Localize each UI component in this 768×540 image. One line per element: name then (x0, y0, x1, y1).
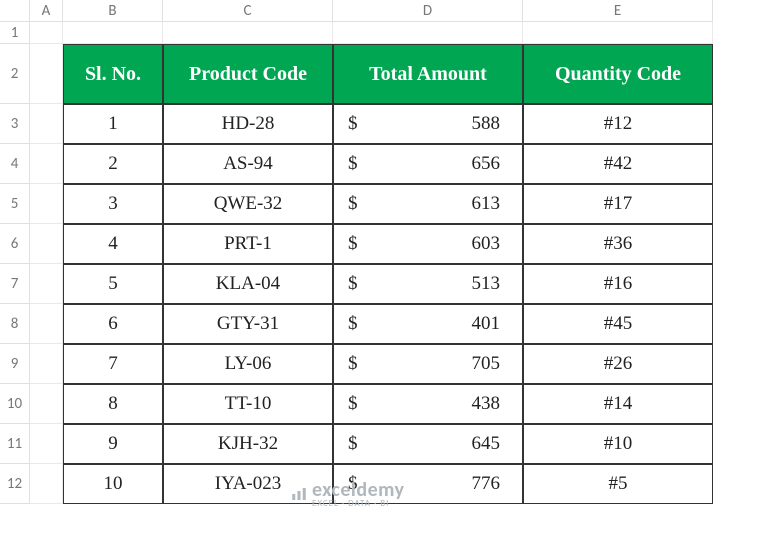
table-row[interactable]: $438 (333, 384, 523, 424)
cell-A3[interactable] (30, 104, 63, 144)
amount-value: 613 (472, 193, 501, 215)
table-row[interactable]: QWE-32 (163, 184, 333, 224)
table-row[interactable]: #12 (523, 104, 713, 144)
table-row[interactable]: $656 (333, 144, 523, 184)
row-header-9[interactable]: 9 (0, 344, 30, 384)
table-row[interactable]: KLA-04 (163, 264, 333, 304)
select-all-corner[interactable] (0, 0, 30, 22)
table-row[interactable]: #16 (523, 264, 713, 304)
table-row[interactable]: PRT-1 (163, 224, 333, 264)
table-row[interactable]: LY-06 (163, 344, 333, 384)
row-header-12[interactable]: 12 (0, 464, 30, 504)
row-header-2[interactable]: 2 (0, 44, 30, 104)
table-row[interactable]: $401 (333, 304, 523, 344)
table-row[interactable]: GTY-31 (163, 304, 333, 344)
table-row[interactable]: 4 (63, 224, 163, 264)
cell-B1[interactable] (63, 22, 163, 44)
cell-A12[interactable] (30, 464, 63, 504)
cell-A11[interactable] (30, 424, 63, 464)
table-row[interactable]: $776 (333, 464, 523, 504)
table-row[interactable]: TT-10 (163, 384, 333, 424)
table-row[interactable]: 6 (63, 304, 163, 344)
table-row[interactable]: #10 (523, 424, 713, 464)
table-row[interactable]: KJH-32 (163, 424, 333, 464)
cell-D1[interactable] (333, 22, 523, 44)
spreadsheet-grid: A B C D E 1 2 Sl. No. Product Code Total… (0, 0, 768, 504)
col-header-E[interactable]: E (523, 0, 713, 22)
row-header-4[interactable]: 4 (0, 144, 30, 184)
table-header-sl[interactable]: Sl. No. (63, 44, 163, 104)
table-header-amount[interactable]: Total Amount (333, 44, 523, 104)
row-header-1[interactable]: 1 (0, 22, 30, 44)
amount-value: 438 (472, 393, 501, 415)
row-header-6[interactable]: 6 (0, 224, 30, 264)
table-row[interactable]: #45 (523, 304, 713, 344)
amount-value: 513 (472, 273, 501, 295)
table-row[interactable]: $705 (333, 344, 523, 384)
col-header-B[interactable]: B (63, 0, 163, 22)
amount-value: 776 (472, 473, 501, 495)
table-row[interactable]: HD-28 (163, 104, 333, 144)
table-row[interactable]: $645 (333, 424, 523, 464)
cell-A6[interactable] (30, 224, 63, 264)
currency-symbol: $ (348, 153, 358, 175)
table-row[interactable]: #36 (523, 224, 713, 264)
currency-symbol: $ (348, 233, 358, 255)
row-header-8[interactable]: 8 (0, 304, 30, 344)
table-row[interactable]: IYA-023 (163, 464, 333, 504)
table-row[interactable]: 7 (63, 344, 163, 384)
currency-symbol: $ (348, 433, 358, 455)
col-header-A[interactable]: A (30, 0, 63, 22)
row-header-7[interactable]: 7 (0, 264, 30, 304)
cell-E1[interactable] (523, 22, 713, 44)
table-row[interactable]: 8 (63, 384, 163, 424)
table-row[interactable]: 1 (63, 104, 163, 144)
amount-value: 401 (472, 313, 501, 335)
row-header-11[interactable]: 11 (0, 424, 30, 464)
currency-symbol: $ (348, 273, 358, 295)
currency-symbol: $ (348, 193, 358, 215)
cell-C1[interactable] (163, 22, 333, 44)
table-row[interactable]: AS-94 (163, 144, 333, 184)
amount-value: 603 (472, 233, 501, 255)
currency-symbol: $ (348, 313, 358, 335)
cell-A9[interactable] (30, 344, 63, 384)
table-row[interactable]: #17 (523, 184, 713, 224)
table-row[interactable]: 5 (63, 264, 163, 304)
cell-A5[interactable] (30, 184, 63, 224)
currency-symbol: $ (348, 473, 358, 495)
amount-value: 588 (472, 113, 501, 135)
row-header-10[interactable]: 10 (0, 384, 30, 424)
col-header-C[interactable]: C (163, 0, 333, 22)
table-row[interactable]: #14 (523, 384, 713, 424)
currency-symbol: $ (348, 113, 358, 135)
table-header-qty[interactable]: Quantity Code (523, 44, 713, 104)
amount-value: 645 (472, 433, 501, 455)
col-header-D[interactable]: D (333, 0, 523, 22)
cell-A7[interactable] (30, 264, 63, 304)
table-row[interactable]: 3 (63, 184, 163, 224)
table-row[interactable]: #42 (523, 144, 713, 184)
table-row[interactable]: 9 (63, 424, 163, 464)
table-row[interactable]: $588 (333, 104, 523, 144)
table-row[interactable]: #5 (523, 464, 713, 504)
table-row[interactable]: $603 (333, 224, 523, 264)
currency-symbol: $ (348, 393, 358, 415)
cell-A4[interactable] (30, 144, 63, 184)
table-row[interactable]: 10 (63, 464, 163, 504)
table-row[interactable]: #26 (523, 344, 713, 384)
table-header-product[interactable]: Product Code (163, 44, 333, 104)
table-row[interactable]: $513 (333, 264, 523, 304)
table-row[interactable]: $613 (333, 184, 523, 224)
currency-symbol: $ (348, 353, 358, 375)
cell-A8[interactable] (30, 304, 63, 344)
row-header-3[interactable]: 3 (0, 104, 30, 144)
row-header-5[interactable]: 5 (0, 184, 30, 224)
cell-A10[interactable] (30, 384, 63, 424)
table-row[interactable]: 2 (63, 144, 163, 184)
cell-A2[interactable] (30, 44, 63, 104)
amount-value: 656 (472, 153, 501, 175)
cell-A1[interactable] (30, 22, 63, 44)
amount-value: 705 (472, 353, 501, 375)
